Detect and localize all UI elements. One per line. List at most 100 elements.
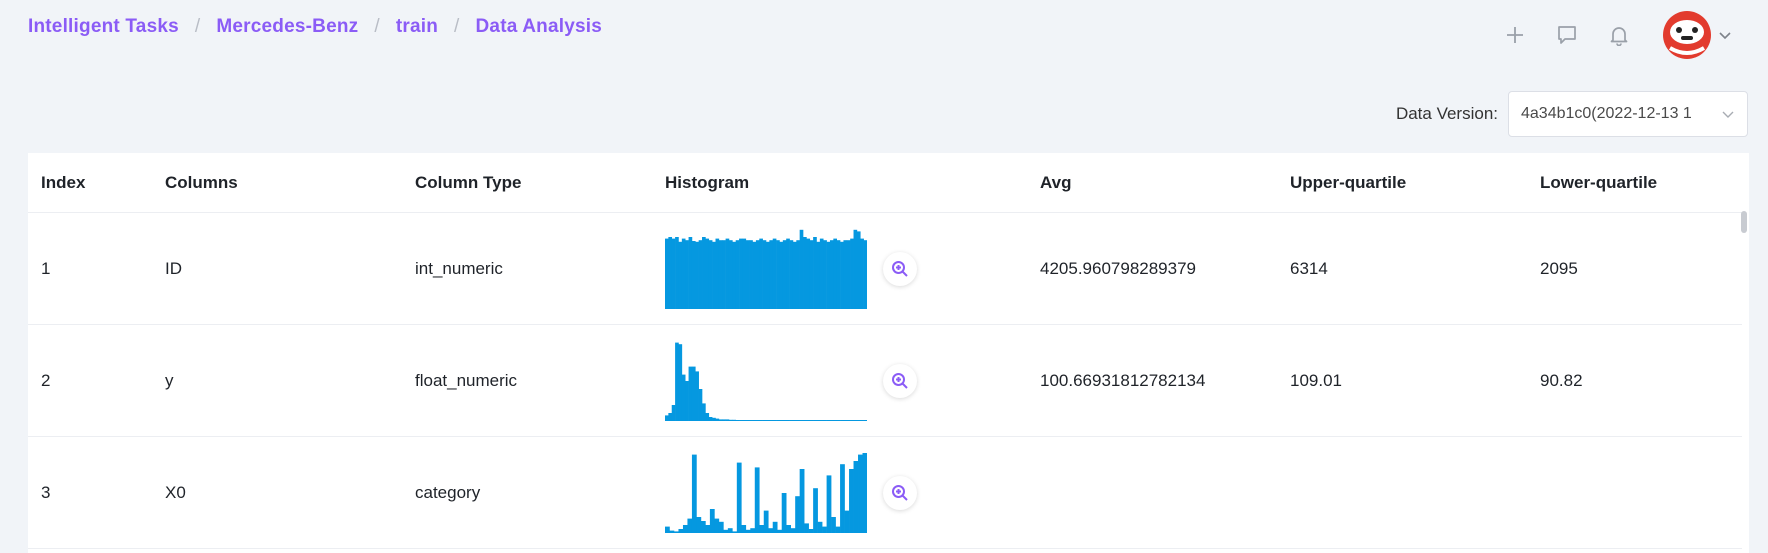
histogram-bar bbox=[822, 526, 827, 533]
histogram-bar bbox=[772, 521, 778, 533]
histogram-bar bbox=[862, 452, 867, 533]
histogram-bar bbox=[700, 520, 706, 533]
histogram-bar bbox=[714, 518, 720, 533]
histogram-bar bbox=[769, 239, 774, 309]
histogram-bar bbox=[735, 239, 740, 309]
bell-icon[interactable] bbox=[1606, 22, 1632, 48]
histogram-bar bbox=[772, 238, 777, 309]
breadcrumb: Intelligent Tasks / Mercedes-Benz / trai… bbox=[28, 16, 602, 38]
plus-icon[interactable] bbox=[1502, 22, 1528, 48]
user-avatar[interactable] bbox=[1662, 10, 1712, 60]
message-icon[interactable] bbox=[1554, 22, 1580, 48]
histogram-bar bbox=[678, 343, 683, 421]
chevron-down-icon bbox=[1722, 111, 1734, 118]
histogram-bar bbox=[712, 417, 716, 421]
histogram-bar bbox=[708, 239, 713, 309]
histogram-bar bbox=[823, 419, 827, 421]
histogram-bar bbox=[840, 241, 844, 309]
header-actions bbox=[1476, 10, 1732, 60]
histogram-bar bbox=[695, 241, 699, 309]
histogram-bar bbox=[782, 239, 787, 309]
histogram-bar bbox=[665, 238, 669, 309]
histogram-bar bbox=[669, 530, 675, 533]
histogram-bar bbox=[786, 524, 791, 533]
histogram-bar bbox=[829, 419, 834, 421]
histogram-bar bbox=[762, 239, 767, 309]
data-analysis-table: Index Columns Column Type Histogram Avg … bbox=[28, 153, 1749, 553]
histogram-bar bbox=[709, 508, 715, 533]
data-version-select[interactable]: 4a34b1c0(2022-12-13 1 bbox=[1508, 91, 1748, 137]
histogram-bar bbox=[668, 236, 673, 309]
histogram-bar bbox=[712, 241, 716, 309]
histogram-bar bbox=[678, 528, 684, 533]
histogram-bar bbox=[856, 419, 861, 421]
cell-lower-quartile: 2095 bbox=[1540, 258, 1578, 278]
histogram-bar bbox=[846, 419, 851, 421]
histogram-bar bbox=[850, 419, 854, 421]
cell-upper-quartile: 109.01 bbox=[1290, 370, 1342, 390]
histogram-bar bbox=[675, 342, 679, 421]
histogram-bar bbox=[722, 418, 726, 421]
user-menu[interactable] bbox=[1662, 10, 1732, 60]
histogram-bar bbox=[739, 419, 743, 421]
breadcrumb-intelligent-tasks[interactable]: Intelligent Tasks bbox=[28, 16, 179, 38]
breadcrumb-train[interactable]: train bbox=[396, 16, 438, 38]
histogram-bar bbox=[723, 529, 729, 533]
chevron-down-icon[interactable] bbox=[1718, 28, 1732, 42]
cell-column: X0 bbox=[165, 482, 186, 502]
histogram-bar bbox=[806, 238, 811, 309]
histogram-bar bbox=[844, 510, 850, 533]
zoom-in-icon[interactable] bbox=[883, 475, 917, 510]
cell-column-type: float_numeric bbox=[415, 370, 518, 390]
histogram-bar bbox=[816, 419, 821, 421]
table-header-row: Index Columns Column Type Histogram Avg … bbox=[28, 153, 1742, 213]
histogram-bar bbox=[685, 239, 689, 309]
histogram-bar bbox=[687, 518, 693, 533]
histogram-bar bbox=[858, 454, 863, 533]
histogram-bar bbox=[806, 419, 811, 421]
histogram-bar bbox=[809, 239, 814, 309]
histogram-bar bbox=[846, 239, 851, 309]
zoom-in-icon[interactable] bbox=[883, 251, 917, 286]
histogram-bar bbox=[840, 463, 845, 533]
histogram-bar bbox=[808, 528, 814, 533]
histogram-chart bbox=[665, 342, 867, 421]
histogram-bar bbox=[752, 419, 757, 421]
histogram-bar bbox=[853, 460, 859, 533]
histogram-bar bbox=[754, 466, 760, 533]
histogram-bar bbox=[745, 239, 750, 309]
histogram-chart bbox=[665, 229, 867, 309]
histogram-bar bbox=[665, 526, 670, 533]
histogram-bar bbox=[792, 419, 797, 421]
histogram-bar bbox=[708, 416, 713, 421]
histogram-bar bbox=[853, 419, 858, 421]
histogram-bar bbox=[750, 527, 756, 533]
histogram-bar bbox=[826, 474, 832, 533]
cell-column: y bbox=[165, 370, 174, 390]
histogram-bar bbox=[786, 238, 790, 309]
histogram-bar bbox=[819, 238, 824, 309]
histogram-bar bbox=[722, 239, 726, 309]
table-scrollbar[interactable] bbox=[1741, 211, 1747, 233]
histogram-bar bbox=[702, 236, 706, 309]
histogram-bar bbox=[715, 418, 720, 421]
histogram-bar bbox=[728, 419, 733, 421]
histogram-bar bbox=[803, 236, 807, 309]
histogram-bar bbox=[860, 238, 864, 309]
breadcrumb-mercedes-benz[interactable]: Mercedes-Benz bbox=[216, 16, 358, 38]
histogram-bar bbox=[671, 238, 676, 309]
histogram-bar bbox=[759, 419, 763, 421]
histogram-bar bbox=[799, 229, 804, 309]
histogram-bar bbox=[675, 236, 679, 309]
cell-lower-quartile: 90.82 bbox=[1540, 370, 1583, 390]
zoom-in-icon[interactable] bbox=[883, 363, 917, 398]
histogram-bar bbox=[840, 419, 844, 421]
cell-upper-quartile: 6314 bbox=[1290, 258, 1328, 278]
histogram-bar bbox=[728, 239, 733, 309]
histogram-bar bbox=[705, 524, 711, 533]
breadcrumb-data-analysis[interactable]: Data Analysis bbox=[476, 16, 603, 38]
histogram-bar bbox=[831, 516, 836, 533]
histogram-bar bbox=[863, 239, 867, 309]
histogram-chart bbox=[665, 452, 867, 533]
histogram-bar bbox=[809, 419, 814, 421]
